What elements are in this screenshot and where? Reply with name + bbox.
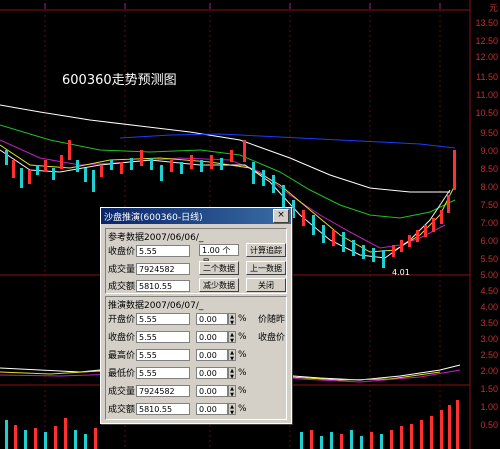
- sim-row-value[interactable]: 5.55: [136, 366, 190, 379]
- top-corner-label: 元: [488, 3, 498, 13]
- ref-vol-label: 成交量: [108, 265, 136, 275]
- y-axis-label: 1.50: [480, 384, 498, 394]
- ref-data-label: 参考数据2007/06/06/_: [108, 233, 204, 243]
- y-axis-label: 12.00: [475, 52, 498, 62]
- sim-data-label: 推演数据2007/06/07/_: [108, 301, 204, 311]
- sim-row-unit: %: [238, 331, 247, 342]
- ref-vol-field[interactable]: 7924582: [136, 262, 190, 275]
- ref-amt-label: 成交额: [108, 282, 136, 292]
- sim-row: 最高价 5.55 0.00 ▲ ▼ %: [108, 348, 247, 362]
- y-axis-label: 7.50: [480, 200, 498, 210]
- y-axis-label: 3.50: [480, 318, 498, 328]
- sim-row-value[interactable]: 5.55: [136, 348, 190, 361]
- y-axis-label: 9.00: [480, 146, 498, 156]
- ref-close-label: 收盘价: [108, 247, 136, 257]
- sim-row-pct[interactable]: 0.00: [196, 366, 228, 379]
- y-axis-label: 4.00: [480, 302, 498, 312]
- y-axis-label: 5.00: [480, 270, 498, 280]
- sim-row-pct[interactable]: 0.00: [196, 402, 228, 415]
- y-axis-label: 6.00: [480, 236, 498, 246]
- spinner-icon[interactable]: ▲ ▼: [228, 348, 236, 362]
- y-axis-label: 1.00: [480, 402, 498, 412]
- spinner-icon[interactable]: ▲ ▼: [228, 312, 236, 326]
- chart-label: 600360走势预测图: [62, 73, 177, 88]
- sim-row-label: 成交量: [108, 387, 136, 397]
- spinner-icon[interactable]: ▲ ▼: [228, 330, 236, 344]
- sim-row-label: 收盘价: [108, 333, 136, 343]
- dialog-title: 沙盘推演(600360-日线): [104, 212, 203, 223]
- spinner-icon[interactable]: ▲ ▼: [228, 384, 236, 398]
- y-axis-label: 4.50: [480, 286, 498, 296]
- close-icon[interactable]: ×: [273, 209, 289, 223]
- sim-row: 开盘价 5.55 0.00 ▲ ▼ %: [108, 312, 247, 326]
- sim-row: 成交额 5810.55 0.00 ▲ ▼ %: [108, 402, 247, 416]
- y-axis-label: 10.50: [475, 108, 498, 118]
- period-field[interactable]: 1.00 个月: [199, 244, 239, 267]
- sim-row-pct[interactable]: 0.00: [196, 330, 228, 343]
- sim-row-pct[interactable]: 0.00: [196, 348, 228, 361]
- low-price-label: 4.01: [392, 268, 410, 277]
- y-axis-label: 2.50: [480, 350, 498, 360]
- ref-amt-field[interactable]: 5810.55: [136, 279, 190, 292]
- two-data-button[interactable]: 二个数据: [199, 261, 239, 275]
- sim-row-unit: %: [238, 313, 247, 324]
- sim-row-value[interactable]: 5810.55: [136, 402, 190, 415]
- side-label-1[interactable]: 价随昨: [258, 312, 285, 325]
- spinner-icon[interactable]: ▲ ▼: [228, 402, 236, 416]
- sim-row-unit: %: [238, 367, 247, 378]
- y-axis-label: 2.00: [480, 366, 498, 376]
- prev-data-button[interactable]: 上一数据: [246, 261, 286, 275]
- close-button[interactable]: 关闭: [246, 278, 286, 292]
- sim-row-value[interactable]: 5.55: [136, 312, 190, 325]
- calc-track-button[interactable]: 计算追踪: [246, 243, 286, 257]
- sim-row: 收盘价 5.55 0.00 ▲ ▼ %: [108, 330, 247, 344]
- spinner-icon[interactable]: ▲ ▼: [228, 366, 236, 380]
- side-label-2[interactable]: 收盘价: [258, 330, 285, 343]
- sim-row-pct[interactable]: 0.00: [196, 312, 228, 325]
- y-axis-label: 7.00: [480, 218, 498, 228]
- y-axis-label: 3.00: [480, 334, 498, 344]
- y-axis-label: 9.50: [480, 128, 498, 138]
- reduce-data-button[interactable]: 减少数据: [199, 278, 239, 292]
- y-axis-label: 8.50: [480, 164, 498, 174]
- dialog-titlebar[interactable]: 沙盘推演(600360-日线) ×: [101, 208, 291, 224]
- sim-row: 成交量 7924582 0.00 ▲ ▼ %: [108, 384, 247, 398]
- sim-row-unit: %: [238, 349, 247, 360]
- sim-row-label: 最低价: [108, 369, 136, 379]
- y-axis-label: 13.50: [475, 18, 498, 28]
- y-axis-label: 8.00: [480, 182, 498, 192]
- y-axis-label: 0.50: [480, 420, 498, 430]
- sim-row-pct[interactable]: 0.00: [196, 384, 228, 397]
- sim-row-label: 成交额: [108, 405, 136, 415]
- y-axis-label: 11.00: [476, 90, 498, 100]
- sim-row-value[interactable]: 7924582: [136, 384, 190, 397]
- sim-row: 最低价 5.55 0.00 ▲ ▼ %: [108, 366, 247, 380]
- ref-close-field[interactable]: 5.55: [136, 244, 190, 257]
- sandbox-dialog: 沙盘推演(600360-日线) × 参考数据2007/06/06/_ 收盘价 5…: [100, 207, 292, 424]
- sim-row-label: 最高价: [108, 351, 136, 361]
- sim-row-unit: %: [238, 403, 247, 414]
- y-axis-label: 11.50: [476, 72, 498, 82]
- y-axis-label: 5.50: [480, 254, 498, 264]
- sim-row-label: 开盘价: [108, 315, 136, 325]
- y-axis-label: 12.50: [475, 36, 498, 46]
- sim-row-value[interactable]: 5.55: [136, 330, 190, 343]
- sim-row-unit: %: [238, 385, 247, 396]
